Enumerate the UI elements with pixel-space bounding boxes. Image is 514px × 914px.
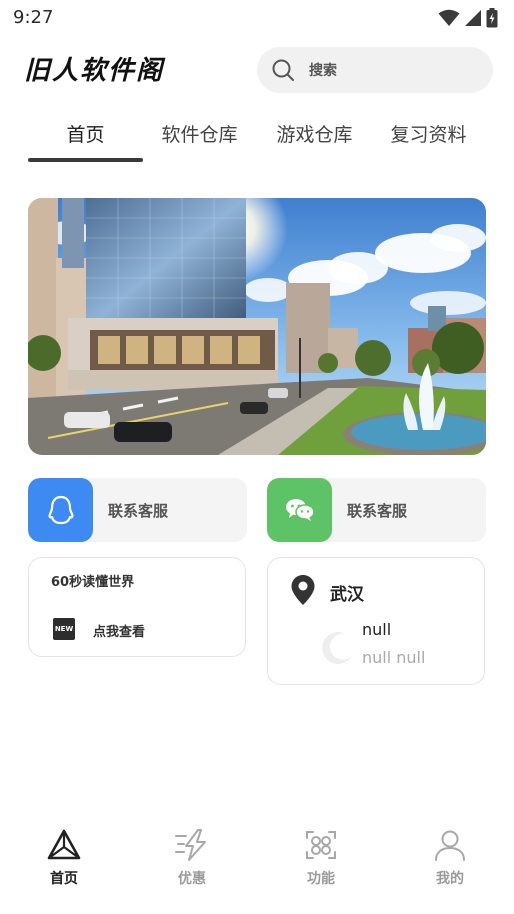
moon-icon <box>322 631 352 664</box>
qq-icon-box <box>28 478 93 542</box>
view-news-link[interactable]: 点我查看 <box>93 621 145 640</box>
contact-support-label: 联系客服 <box>108 502 169 520</box>
nav-offers-label: 优惠 <box>178 871 206 887</box>
weather-city: 武汉 <box>330 585 364 605</box>
qq-penguin-icon <box>48 495 73 525</box>
tab-software-repo[interactable]: 软件仓库 <box>142 120 257 147</box>
signal-icon <box>465 10 481 26</box>
lightning-icon <box>175 829 206 861</box>
contact-support-label: 联系客服 <box>347 502 408 520</box>
nav-profile[interactable]: 我的 <box>410 828 490 888</box>
home-triangle-icon <box>47 829 81 860</box>
banner-image[interactable] <box>28 198 486 455</box>
search-box[interactable]: 搜索 <box>257 47 493 93</box>
nav-functions[interactable]: 功能 <box>281 828 361 888</box>
status-icons <box>438 8 498 28</box>
contact-support-qq-card[interactable]: 联系客服 <box>28 478 247 542</box>
app-logo: 旧人软件阁 <box>24 56 165 86</box>
nav-home[interactable]: 首页 <box>24 828 104 888</box>
nav-functions-label: 功能 <box>307 871 335 887</box>
function-grid-icon <box>306 831 336 859</box>
weather-card[interactable]: 武汉 null null null <box>267 557 485 685</box>
search-input[interactable]: 搜索 <box>309 60 337 80</box>
nav-home-label: 首页 <box>50 871 78 887</box>
tab-study-materials[interactable]: 复习资料 <box>371 120 486 147</box>
tab-game-repo[interactable]: 游戏仓库 <box>257 120 372 147</box>
search-icon <box>272 59 294 81</box>
weather-temperature: null <box>362 620 392 639</box>
wifi-icon <box>438 9 460 26</box>
tab-active-indicator <box>28 158 143 162</box>
news-title: 60秒读懂世界 <box>51 575 135 590</box>
battery-charging-icon <box>486 8 498 28</box>
city-street-illustration <box>28 198 486 455</box>
status-time: 9:27 <box>13 7 54 28</box>
news-60s-card[interactable]: 60秒读懂世界 NEW 点我查看 <box>28 557 246 657</box>
status-bar: 9:27 <box>0 0 514 36</box>
tab-home[interactable]: 首页 <box>28 120 143 147</box>
new-badge-icon: NEW <box>53 618 75 640</box>
wechat-icon <box>285 499 315 521</box>
bottom-nav: 首页 优惠 功能 我的 <box>0 818 514 914</box>
location-pin-icon <box>291 575 315 605</box>
weather-description: null null <box>362 648 426 667</box>
nav-offers[interactable]: 优惠 <box>152 828 232 888</box>
app-screen: 9:27 旧人软件阁 搜索 首页 软件仓库 游戏仓库 复习资料 联系客服 联系客… <box>0 0 514 914</box>
nav-profile-label: 我的 <box>436 871 464 887</box>
contact-support-wechat-card[interactable]: 联系客服 <box>267 478 486 542</box>
tab-bar: 首页 软件仓库 游戏仓库 复习资料 <box>28 112 486 164</box>
wechat-icon-box <box>267 478 332 542</box>
user-icon <box>435 830 465 861</box>
